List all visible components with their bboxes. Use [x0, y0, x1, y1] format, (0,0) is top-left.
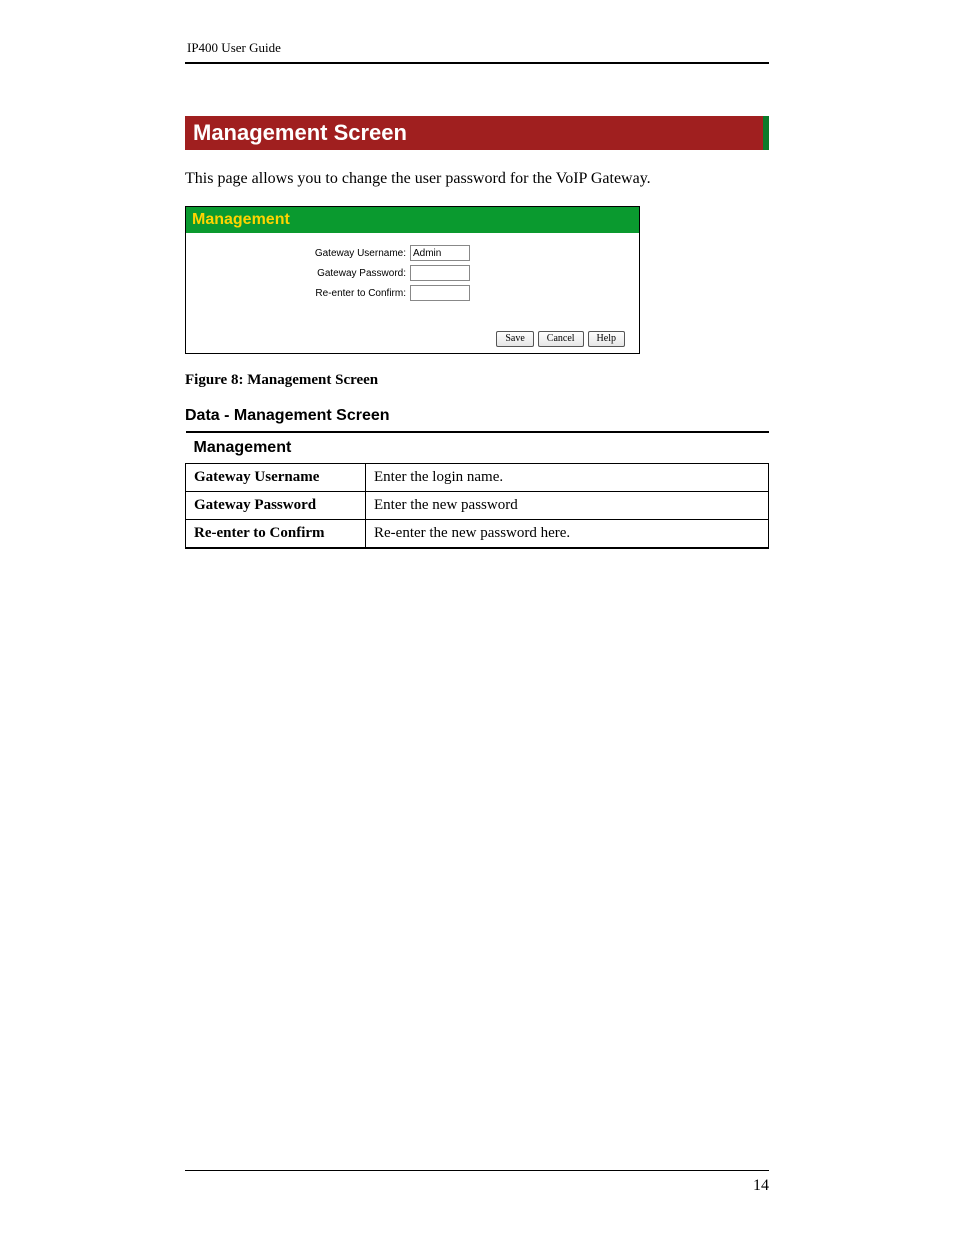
- table-group-header: Management: [186, 432, 769, 464]
- table-row: Gateway Password Enter the new password: [186, 492, 769, 520]
- data-table: Management Gateway Username Enter the lo…: [185, 431, 769, 549]
- confirm-input[interactable]: [410, 285, 470, 301]
- table-val: Enter the new password: [366, 492, 769, 520]
- table-row: Re-enter to Confirm Re-enter the new pas…: [186, 520, 769, 549]
- username-input[interactable]: [410, 245, 470, 261]
- confirm-label: Re-enter to Confirm:: [314, 288, 410, 299]
- table-key: Re-enter to Confirm: [186, 520, 366, 549]
- table-key: Gateway Username: [186, 464, 366, 492]
- screenshot-title: Management: [186, 207, 639, 233]
- table-val: Enter the login name.: [366, 464, 769, 492]
- section-title: Management Screen: [185, 116, 769, 150]
- management-screenshot: Management Gateway Username: Gateway Pas…: [185, 206, 640, 354]
- save-button[interactable]: Save: [496, 331, 533, 347]
- cancel-button[interactable]: Cancel: [538, 331, 584, 347]
- table-val: Re-enter the new password here.: [366, 520, 769, 549]
- table-key: Gateway Password: [186, 492, 366, 520]
- password-label: Gateway Password:: [314, 268, 410, 279]
- username-label: Gateway Username:: [314, 248, 410, 259]
- section-intro: This page allows you to change the user …: [185, 170, 769, 188]
- page-footer: 14: [185, 1170, 769, 1195]
- page-number: 14: [753, 1177, 769, 1194]
- password-input[interactable]: [410, 265, 470, 281]
- figure-caption: Figure 8: Management Screen: [185, 372, 769, 389]
- table-row: Gateway Username Enter the login name.: [186, 464, 769, 492]
- data-heading: Data - Management Screen: [185, 407, 769, 425]
- doc-header: IP400 User Guide: [185, 40, 769, 64]
- help-button[interactable]: Help: [588, 331, 625, 347]
